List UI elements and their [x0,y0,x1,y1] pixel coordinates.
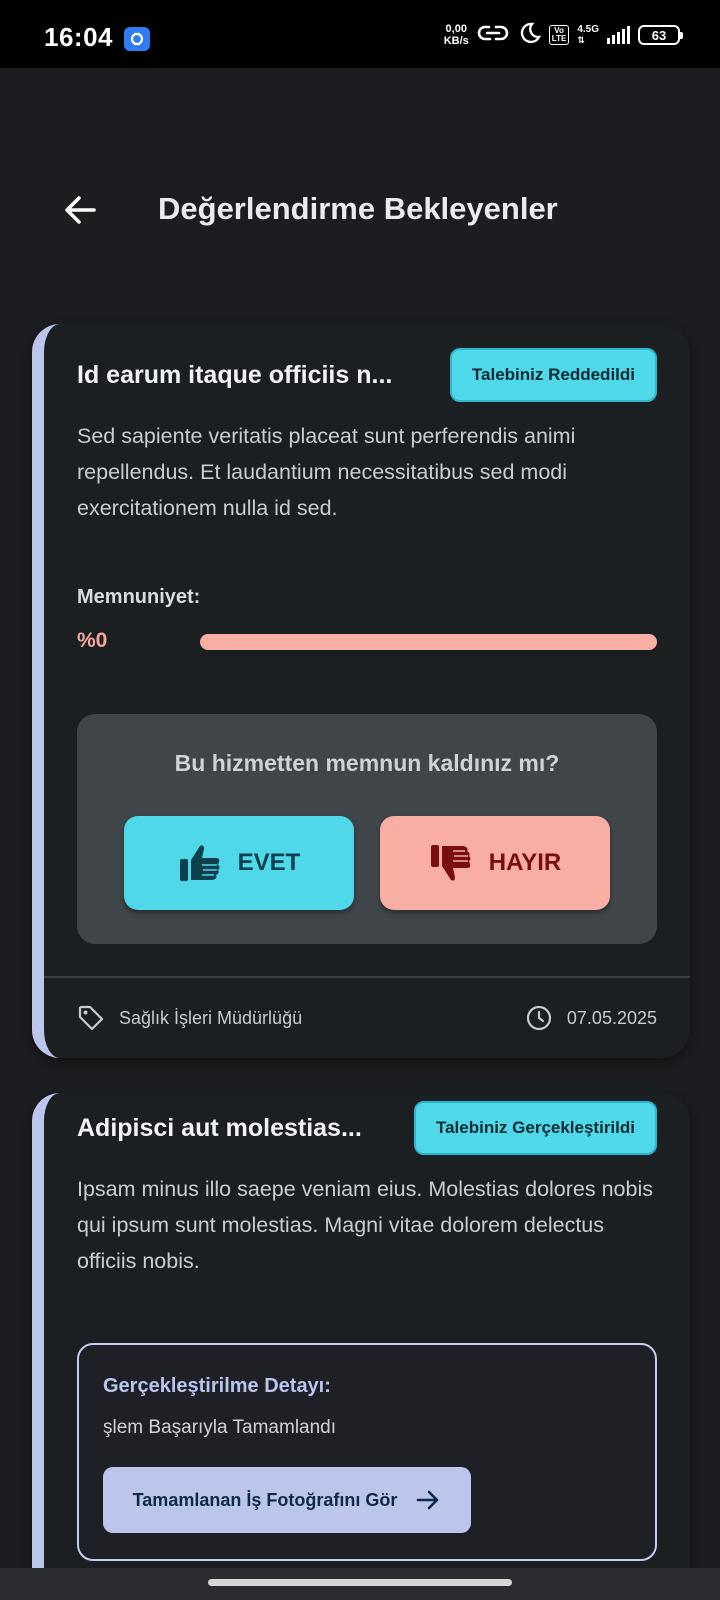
request-description: Ipsam minus illo saepe veniam eius. Mole… [77,1177,653,1273]
request-card[interactable]: Adipisci aut molestias... Talebiniz Gerç… [32,1093,690,1600]
network-type-label: 4.5G [577,24,599,35]
hotspot-link-icon [477,22,509,49]
department-name: Sağlık İşleri Müdürlüğü [119,1007,303,1028]
page-title: Değerlendirme Bekleyenler [158,191,558,226]
satisfaction-percent: %0 [77,629,108,652]
card-header: Id earum itaque officiis n... Talebiniz … [77,348,657,402]
date-info: 07.05.2025 [525,1004,657,1032]
request-card[interactable]: Id earum itaque officiis n... Talebiniz … [32,324,690,1058]
battery-level: 63 [651,27,667,43]
app-bar: Değerlendirme Bekleyenler [0,68,720,278]
satisfaction-label: Memnuniyet: [77,586,201,608]
status-bar: 16:04 0,00 KB/s Vo LTE 4.5G ⇅ 63 [0,0,720,68]
card-divider [44,976,690,978]
status-time: 16:04 [44,22,113,52]
net-speed: 0,00 KB/s [444,23,469,47]
completion-detail-title: Gerçekleştirilme Detayı: [103,1375,331,1397]
feedback-question: Bu hizmetten memnun kaldınız mı? [174,750,560,776]
net-speed-unit: KB/s [443,35,469,47]
tag-icon [78,1005,104,1031]
arrow-right-icon [417,1490,439,1510]
status-badge: Talebiniz Gerçekleştirildi [413,1101,657,1155]
home-gesture-handle[interactable] [208,1579,512,1586]
yes-label: EVET [237,849,301,876]
system-navigation-bar [0,1568,720,1600]
view-completed-photo-button[interactable]: Tamamlanan İş Fotoğrafını Gör [103,1467,471,1533]
signal-strength-icon [607,26,630,44]
thumbs-up-icon [179,845,220,881]
request-title: Id earum itaque officiis n... [77,360,393,389]
thumbs-down-icon [430,845,471,881]
no-button[interactable]: HAYIR [380,816,610,910]
card-header: Adipisci aut molestias... Talebiniz Gerç… [77,1101,657,1155]
no-label: HAYIR [488,849,562,876]
card-footer: Sağlık İşleri Müdürlüğü 07.05.2025 [77,1004,657,1032]
request-date: 07.05.2025 [566,1007,657,1028]
data-arrows-icon: ⇅ [577,35,585,45]
do-not-disturb-moon-icon [517,21,541,50]
department-info: Sağlık İşleri Müdürlüğü [77,1004,302,1032]
arrow-left-icon [65,196,96,224]
completion-detail-text: şlem Başarıyla Tamamlandı [103,1417,337,1438]
network-type: 4.5G ⇅ [577,24,599,46]
battery-icon: 63 [638,25,683,45]
completion-detail-panel: Gerçekleştirilme Detayı: şlem Başarıyla … [77,1343,657,1561]
net-speed-value: 0,00 [445,23,467,35]
request-description: Sed sapiente veritatis placeat sunt perf… [77,424,576,520]
clock-icon [526,1005,552,1031]
request-title: Adipisci aut molestias... [77,1113,362,1142]
view-photo-label: Tamamlanan İş Fotoğrafını Gör [132,1489,398,1510]
volte-bottom: LTE [551,34,567,43]
status-indicators: 0,00 KB/s Vo LTE 4.5G ⇅ 63 [444,20,683,50]
satisfaction-progress-bar [200,634,657,650]
yes-button[interactable]: EVET [124,816,354,910]
link-app-icon [124,27,150,51]
volte-badge: Vo LTE [548,25,570,45]
back-button[interactable] [56,186,104,234]
status-badge: Talebiniz Reddedildi [449,348,657,402]
feedback-panel: Bu hizmetten memnun kaldınız mı? EVET HA… [77,714,657,944]
